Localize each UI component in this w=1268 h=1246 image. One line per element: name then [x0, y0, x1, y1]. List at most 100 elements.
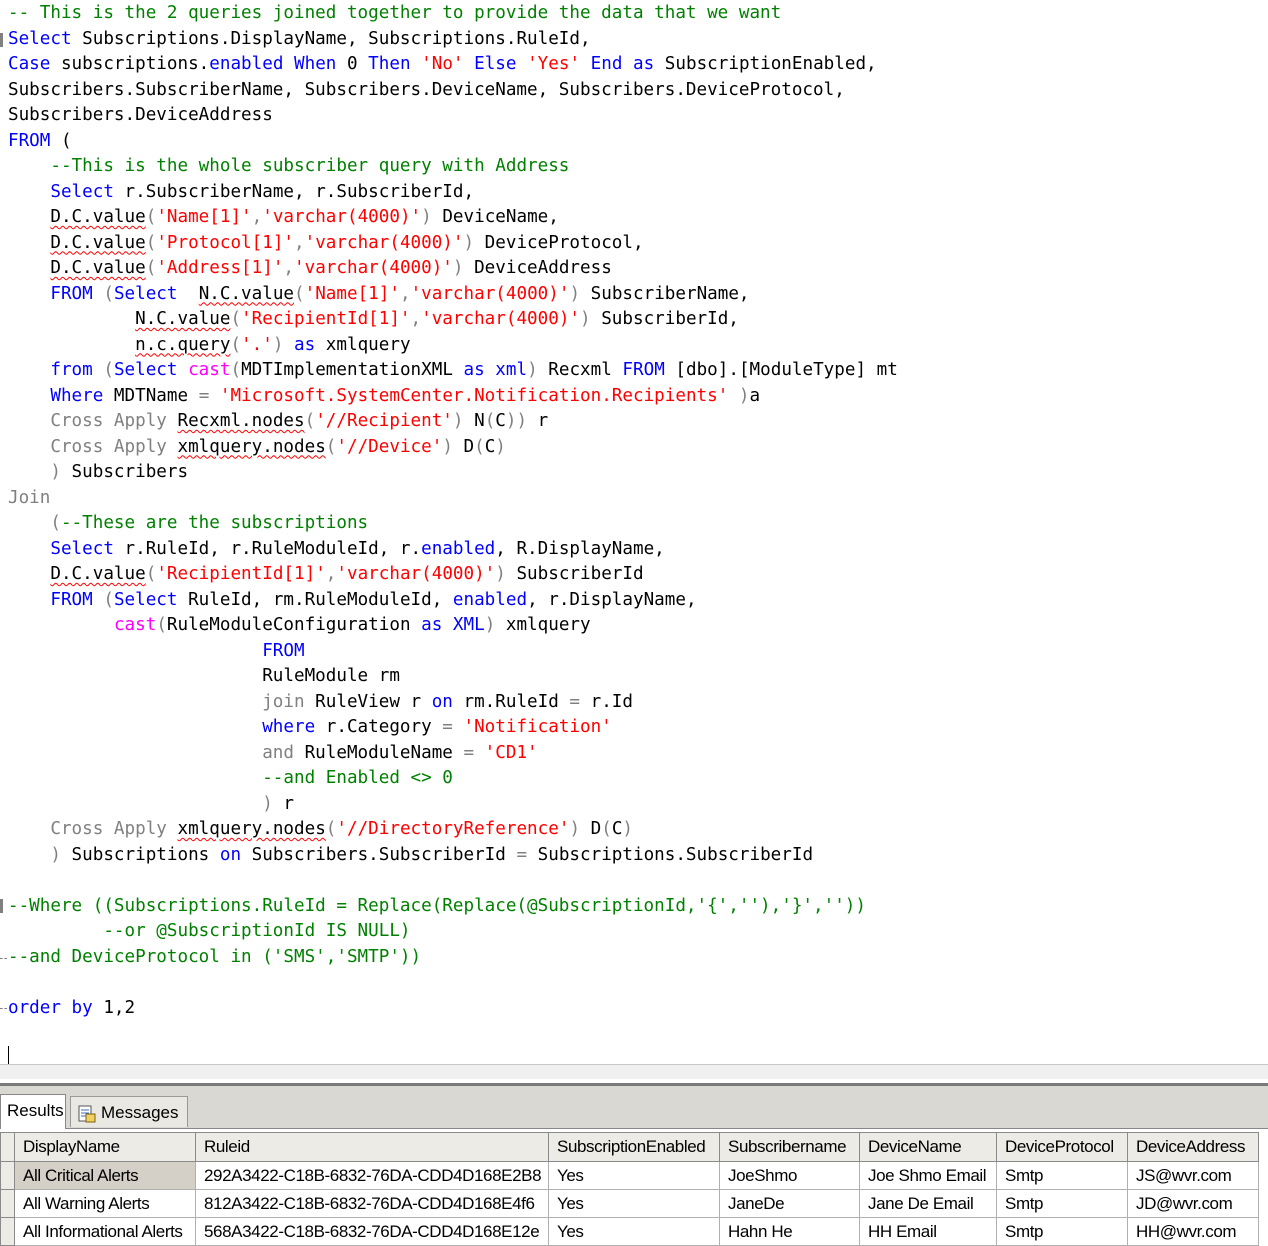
column-header[interactable]: DeviceName	[859, 1132, 997, 1162]
code-token: 'varchar(4000)'	[421, 309, 581, 329]
table-cell[interactable]: Yes	[548, 1189, 720, 1218]
table-cell[interactable]: Hahn He	[719, 1217, 860, 1246]
code-token: (	[50, 130, 72, 151]
code-line[interactable]: FROM (	[8, 129, 72, 154]
code-line[interactable]: ) Subscribers	[8, 460, 188, 485]
code-line[interactable]: Where MDTName = 'Microsoft.SystemCenter.…	[8, 384, 760, 409]
code-token: '//Recipient'	[315, 411, 453, 431]
table-cell[interactable]: JD@wvr.com	[1127, 1189, 1259, 1218]
table-cell[interactable]: JS@wvr.com	[1127, 1161, 1259, 1190]
code-line[interactable]: n.c.query('.') as xmlquery	[8, 333, 410, 358]
code-token: C	[611, 819, 623, 839]
code-token: 'varchar(4000)'	[336, 564, 496, 584]
pane-splitter[interactable]	[0, 1064, 1268, 1079]
code-line[interactable]: Select r.SubscriberName, r.SubscriberId,	[8, 180, 474, 205]
query-editor[interactable]: -- This is the 2 queries joined together…	[0, 0, 1268, 1064]
code-token: )	[262, 793, 273, 814]
code-line[interactable]: Select Subscriptions.DisplayName, Subscr…	[8, 27, 591, 52]
code-line[interactable]: -- This is the 2 queries joined together…	[8, 1, 781, 26]
code-line[interactable]: Cross Apply xmlquery.nodes('//Device') D…	[8, 435, 506, 460]
table-cell[interactable]: Smtp	[996, 1217, 1128, 1246]
column-header[interactable]: SubscriptionEnabled	[548, 1132, 720, 1162]
table-cell[interactable]: All Warning Alerts	[14, 1189, 196, 1218]
code-line[interactable]: N.C.value('RecipientId[1]','varchar(4000…	[8, 307, 739, 332]
column-header[interactable]: Subscribername	[719, 1132, 860, 1162]
table-cell[interactable]: Yes	[548, 1217, 720, 1246]
code-token: Where	[50, 385, 104, 406]
tab-messages[interactable]: Messages	[70, 1096, 188, 1127]
code-line[interactable]: from (Select cast(MDTImplementationXML a…	[8, 358, 897, 383]
row-header[interactable]	[0, 1161, 15, 1190]
code-token: from	[50, 360, 93, 380]
code-line[interactable]: Select r.RuleId, r.RuleModuleId, r.enabl…	[8, 537, 664, 562]
table-cell[interactable]: Jane De Email	[859, 1189, 997, 1218]
code-line[interactable]: FROM	[8, 639, 304, 664]
outline-marker	[0, 33, 3, 47]
code-line[interactable]: (--These are the subscriptions	[8, 511, 368, 536]
code-line[interactable]: ) Subscriptions on Subscribers.Subscribe…	[8, 843, 813, 868]
results-grid[interactable]: DisplayName Ruleid SubscriptionEnabled S…	[0, 1132, 1259, 1246]
code-line[interactable]: Join	[8, 486, 50, 511]
table-row[interactable]: All Warning Alerts 812A3422-C18B-6832-76…	[0, 1189, 1259, 1218]
code-line[interactable]: Subscribers.SubscriberName, Subscribers.…	[8, 78, 845, 103]
table-cell[interactable]: Yes	[548, 1161, 720, 1190]
table-cell[interactable]: Smtp	[996, 1161, 1128, 1190]
column-header[interactable]: Ruleid	[195, 1132, 549, 1162]
code-line[interactable]: join RuleView r on rm.RuleId = r.Id	[8, 690, 633, 715]
code-line[interactable]: --This is the whole subscriber query wit…	[8, 154, 569, 179]
code-token: C	[484, 436, 496, 457]
code-line[interactable]: and RuleModuleName = 'CD1'	[8, 741, 537, 766]
code-line[interactable]: RuleModule rm	[8, 664, 400, 689]
code-line[interactable]: where r.Category = 'Notification'	[8, 715, 612, 740]
row-header[interactable]	[0, 1217, 15, 1246]
code-line[interactable]: ) r	[8, 792, 294, 817]
code-line[interactable]: D.C.value('Address[1]','varchar(4000)') …	[8, 256, 611, 281]
code-token: on	[431, 691, 453, 712]
code-line[interactable]: --and Enabled <> 0	[8, 766, 453, 791]
table-cell[interactable]: 812A3422-C18B-6832-76DA-CDD4D168E4f6	[195, 1189, 549, 1218]
tab-results[interactable]: Results	[0, 1094, 66, 1129]
row-header-corner[interactable]	[0, 1132, 15, 1162]
code-token: FROM	[622, 360, 665, 380]
table-cell[interactable]: HH Email	[859, 1217, 997, 1246]
table-cell[interactable]: Joe Shmo Email	[859, 1161, 997, 1190]
code-line[interactable]: D.C.value('Protocol[1]','varchar(4000)')…	[8, 231, 643, 256]
code-token: =	[569, 691, 581, 712]
code-line[interactable]: --and DeviceProtocol in ('SMS','SMTP'))	[8, 945, 421, 970]
code-token: (	[92, 360, 114, 380]
table-cell[interactable]: 292A3422-C18B-6832-76DA-CDD4D168E2B8	[195, 1161, 549, 1190]
code-line[interactable]: cast(RuleModuleConfiguration as XML) xml…	[8, 613, 591, 638]
code-line[interactable]: --or @SubscriptionId IS NULL)	[8, 919, 410, 944]
code-line[interactable]: Cross Apply Recxml.nodes('//Recipient') …	[8, 409, 548, 434]
row-header[interactable]	[0, 1189, 15, 1218]
table-cell[interactable]: 568A3422-C18B-6832-76DA-CDD4D168E12e	[195, 1217, 549, 1246]
code-line[interactable]: D.C.value('RecipientId[1]','varchar(4000…	[8, 562, 643, 587]
code-line[interactable]: Case subscriptions.enabled When 0 Then '…	[8, 52, 877, 77]
code-line[interactable]: --Where ((Subscriptions.RuleId = Replace…	[8, 894, 866, 919]
column-header[interactable]: DisplayName	[14, 1132, 196, 1162]
column-header[interactable]: DeviceProtocol	[996, 1132, 1128, 1162]
code-line[interactable]: Cross Apply xmlquery.nodes('//DirectoryR…	[8, 817, 633, 842]
code-line[interactable]: D.C.value('Name[1]','varchar(4000)') Dev…	[8, 205, 558, 230]
table-cell[interactable]: Smtp	[996, 1189, 1128, 1218]
code-line[interactable]: order by 1,2	[8, 996, 135, 1021]
table-cell[interactable]: HH@wvr.com	[1127, 1217, 1259, 1246]
code-line[interactable]: FROM (Select N.C.value('Name[1]','varcha…	[8, 282, 749, 307]
table-cell[interactable]: All Informational Alerts	[14, 1217, 196, 1246]
code-token: 'No'	[421, 54, 464, 74]
column-header[interactable]: DeviceAddress	[1127, 1132, 1259, 1162]
code-token: 'Yes'	[527, 54, 581, 74]
table-row[interactable]: All Informational Alerts 568A3422-C18B-6…	[0, 1217, 1259, 1246]
code-token: )	[463, 232, 475, 253]
code-token: r.Category	[315, 717, 443, 737]
table-cell[interactable]: All Critical Alerts	[14, 1161, 196, 1190]
code-line[interactable]: Subscribers.DeviceAddress	[8, 103, 273, 128]
table-row[interactable]: All Critical Alerts 292A3422-C18B-6832-7…	[0, 1161, 1259, 1190]
code-line[interactable]: FROM (Select RuleId, rm.RuleModuleId, en…	[8, 588, 696, 613]
table-cell[interactable]: JoeShmo	[719, 1161, 860, 1190]
table-cell[interactable]: JaneDe	[719, 1189, 860, 1218]
